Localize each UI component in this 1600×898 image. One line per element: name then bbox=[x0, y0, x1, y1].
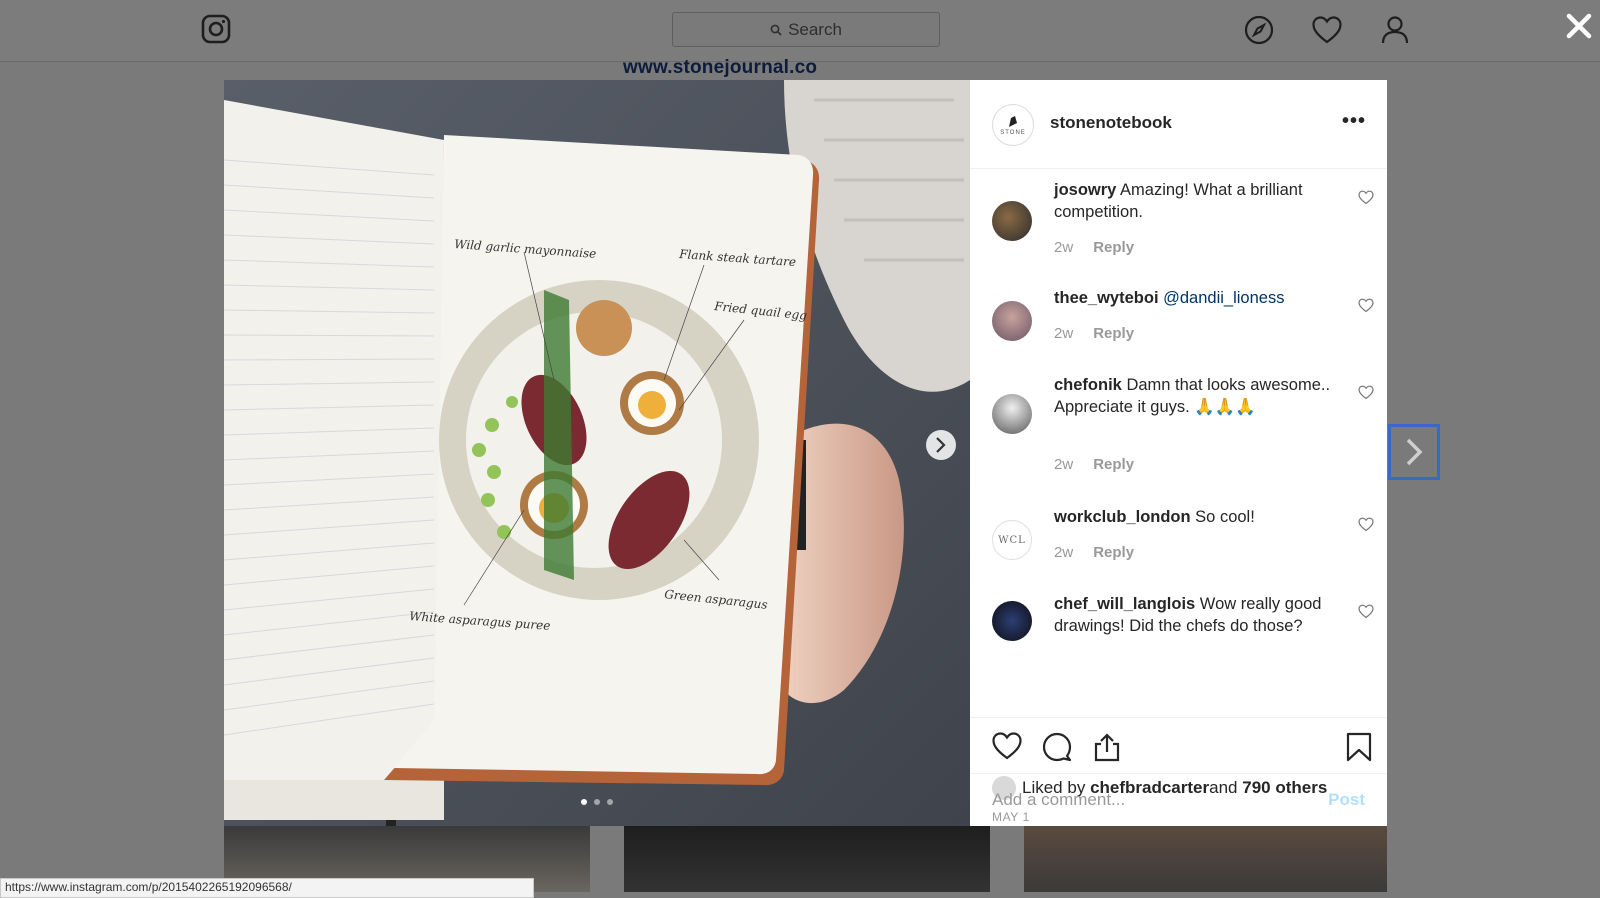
comments-list[interactable]: josowry Amazing! What a brilliant compet… bbox=[970, 169, 1387, 717]
heart-icon[interactable] bbox=[1311, 14, 1343, 46]
comment-meta: 2w Reply bbox=[1054, 239, 1134, 256]
account-avatar[interactable]: STONE bbox=[992, 104, 1034, 146]
comment-username[interactable]: thee_wyteboi bbox=[1054, 289, 1159, 307]
comment-item: WCL workclub_london So cool! 2w Reply bbox=[970, 496, 1387, 583]
gallery-thumbnail-2[interactable] bbox=[624, 826, 990, 892]
comment-input[interactable]: Add a comment... bbox=[992, 790, 1125, 810]
comment-username[interactable]: chefonik bbox=[1054, 376, 1122, 394]
bookmark-icon[interactable] bbox=[1346, 732, 1372, 762]
carousel-dot-3 bbox=[607, 799, 613, 805]
instagram-logo-icon[interactable] bbox=[200, 13, 232, 45]
comment-body: So cool! bbox=[1190, 508, 1255, 526]
comment-like-icon[interactable] bbox=[1358, 604, 1374, 619]
status-bar-url: https://www.instagram.com/p/201540226519… bbox=[0, 878, 534, 898]
close-icon[interactable] bbox=[1562, 9, 1596, 43]
comment-like-icon[interactable] bbox=[1358, 190, 1374, 205]
comment-like-icon[interactable] bbox=[1358, 517, 1374, 532]
comment-item: chefonik Damn that looks awesome.. Appre… bbox=[970, 364, 1387, 496]
add-comment-bar: Add a comment... Post bbox=[970, 773, 1387, 827]
comment-text: josowry Amazing! What a brilliant compet… bbox=[1054, 179, 1344, 223]
share-icon[interactable] bbox=[1092, 732, 1122, 762]
reply-button[interactable]: Reply bbox=[1093, 239, 1134, 256]
commenter-avatar[interactable] bbox=[992, 601, 1032, 641]
account-username[interactable]: stonenotebook bbox=[1050, 113, 1172, 133]
post-header: STONE stonenotebook ••• bbox=[970, 80, 1387, 169]
comment-text: chefonik Damn that looks awesome.. Appre… bbox=[1054, 374, 1344, 418]
reply-button[interactable]: Reply bbox=[1093, 544, 1134, 561]
search-input[interactable]: Search bbox=[672, 12, 940, 47]
comment-meta: 2w Reply bbox=[1054, 456, 1134, 473]
comment-age: 2w bbox=[1054, 544, 1074, 561]
reply-button[interactable]: Reply bbox=[1093, 325, 1134, 342]
comment-username[interactable]: chef_will_langlois bbox=[1054, 595, 1195, 613]
comment-username[interactable]: workclub_london bbox=[1054, 508, 1191, 526]
comment-mention[interactable]: @dandii_lioness bbox=[1163, 289, 1284, 307]
like-icon[interactable] bbox=[992, 732, 1022, 760]
avatar-text: STONE bbox=[1000, 129, 1026, 136]
comment-text: chef_will_langlois Wow really good drawi… bbox=[1054, 593, 1344, 637]
more-options-button[interactable]: ••• bbox=[1342, 110, 1366, 133]
search-placeholder: Search bbox=[788, 19, 842, 39]
gallery-thumbnail-3[interactable] bbox=[1024, 826, 1387, 892]
post-sidebar: STONE stonenotebook ••• josowry Amazing!… bbox=[970, 80, 1387, 826]
post-image-illustration: Wild garlic mayonnaise Flank steak tarta… bbox=[224, 80, 970, 826]
comment-item: josowry Amazing! What a brilliant compet… bbox=[970, 169, 1387, 277]
watermark-url: www.stonejournal.co bbox=[623, 57, 818, 78]
comment-like-icon[interactable] bbox=[1358, 298, 1374, 313]
comment-item: chef_will_langlois Wow really good drawi… bbox=[970, 583, 1387, 717]
comment-age: 2w bbox=[1054, 239, 1074, 256]
comment-meta: 2w Reply bbox=[1054, 544, 1134, 561]
comment-age: 2w bbox=[1054, 456, 1074, 473]
post-image[interactable]: Wild garlic mayonnaise Flank steak tarta… bbox=[224, 80, 970, 826]
comment-icon[interactable] bbox=[1042, 732, 1072, 762]
comment-text: workclub_london So cool! bbox=[1054, 506, 1344, 528]
commenter-avatar[interactable]: WCL bbox=[992, 520, 1032, 560]
carousel-next-button[interactable] bbox=[926, 430, 956, 460]
chevron-right-icon bbox=[1406, 438, 1423, 466]
carousel-dot-2 bbox=[594, 799, 600, 805]
comment-username[interactable]: josowry bbox=[1054, 181, 1116, 199]
stone-logo-icon bbox=[1009, 115, 1017, 127]
next-post-button[interactable] bbox=[1388, 424, 1440, 480]
carousel-dot-1 bbox=[581, 799, 587, 805]
commenter-avatar[interactable] bbox=[992, 301, 1032, 341]
commenter-avatar[interactable] bbox=[992, 394, 1032, 434]
post-comment-button[interactable]: Post bbox=[1328, 790, 1365, 810]
comment-age: 2w bbox=[1054, 325, 1074, 342]
commenter-avatar[interactable] bbox=[992, 201, 1032, 241]
reply-button[interactable]: Reply bbox=[1093, 456, 1134, 473]
search-icon bbox=[770, 24, 782, 36]
compass-icon[interactable] bbox=[1243, 14, 1275, 46]
comment-item: thee_wyteboi @dandii_lioness 2w Reply bbox=[970, 277, 1387, 364]
comment-text: thee_wyteboi @dandii_lioness bbox=[1054, 287, 1344, 309]
avatar-text: WCL bbox=[998, 534, 1026, 546]
comment-meta: 2w Reply bbox=[1054, 325, 1134, 342]
profile-icon[interactable] bbox=[1379, 13, 1411, 45]
comment-like-icon[interactable] bbox=[1358, 385, 1374, 400]
